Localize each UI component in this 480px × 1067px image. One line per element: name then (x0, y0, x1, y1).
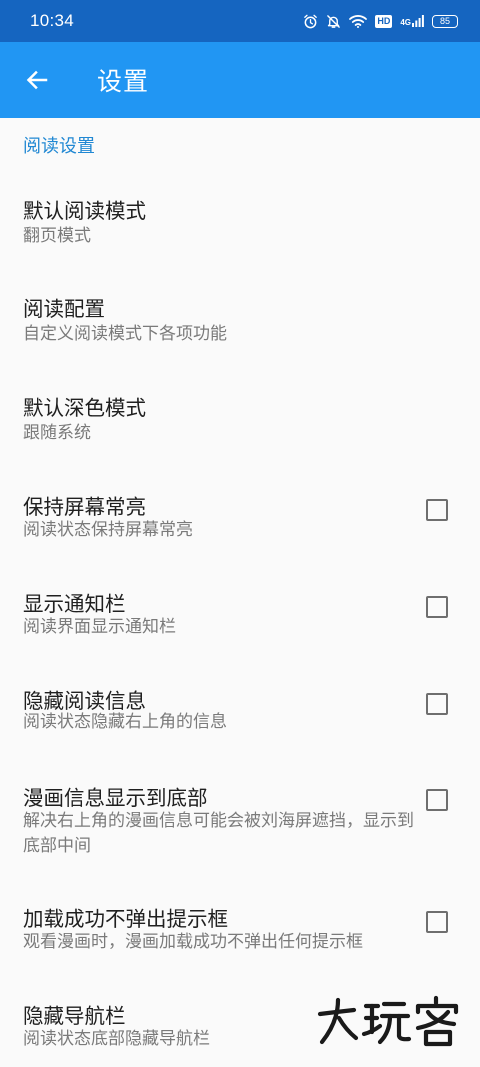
pref-title: 加载成功不弹出提示框 (23, 907, 228, 931)
pref-default-reading-mode[interactable]: 默认阅读模式 翻页模式 (0, 178, 480, 270)
wifi-icon (349, 15, 368, 28)
comic-info-bottom-checkbox[interactable] (426, 789, 448, 811)
pref-reading-config[interactable]: 阅读配置 自定义阅读模式下各项功能 (0, 278, 480, 370)
pref-title: 显示通知栏 (23, 592, 126, 616)
pref-hide-reading-info[interactable]: 隐藏阅读信息 阅读状态隐藏右上角的信息 (0, 670, 480, 762)
pref-show-notification-bar[interactable]: 显示通知栏 阅读界面显示通知栏 (0, 573, 480, 665)
watermark-logo (317, 995, 459, 1047)
keep-screen-on-checkbox[interactable] (426, 499, 448, 521)
show-notification-bar-checkbox[interactable] (426, 596, 448, 618)
pref-summary: 跟随系统 (23, 423, 91, 443)
network-type-label: 4G (400, 18, 411, 27)
pref-title: 漫画信息显示到底部 (23, 786, 208, 810)
pref-summary: 解决右上角的漫画信息可能会被刘海屏遮挡，显示到底部中间 (23, 811, 414, 856)
pref-summary: 阅读界面显示通知栏 (23, 617, 176, 637)
pref-title: 默认阅读模式 (23, 199, 146, 223)
pref-title: 默认深色模式 (23, 396, 146, 420)
status-icons: HD 4G 85 (303, 14, 458, 29)
no-load-popup-checkbox[interactable] (426, 911, 448, 933)
pref-keep-screen-on[interactable]: 保持屏幕常亮 阅读状态保持屏幕常亮 (0, 476, 480, 568)
app-bar: 设置 (0, 42, 480, 118)
mute-icon (327, 14, 341, 28)
pref-title: 保持屏幕常亮 (23, 495, 146, 519)
pref-title: 阅读配置 (23, 297, 105, 321)
pref-title: 隐藏导航栏 (23, 1004, 126, 1028)
hd-icon: HD (375, 14, 393, 28)
page-title: 设置 (97, 67, 150, 96)
battery-icon: 85 (432, 14, 458, 28)
status-bar: 10:34 HD 4G 85 (0, 0, 480, 42)
pref-no-load-popup[interactable]: 加载成功不弹出提示框 观看漫画时，漫画加载成功不弹出任何提示框 (0, 888, 480, 980)
arrow-back-icon (26, 70, 48, 90)
alarm-icon (304, 14, 318, 28)
pref-summary: 观看漫画时，漫画加载成功不弹出任何提示框 (23, 932, 363, 952)
section-header-reading: 阅读设置 (23, 136, 95, 157)
pref-summary: 翻页模式 (23, 226, 91, 246)
back-button[interactable] (5, 42, 69, 118)
signal-icon: 4G (400, 15, 424, 27)
pref-default-dark-mode[interactable]: 默认深色模式 跟随系统 (0, 377, 480, 469)
pref-summary: 阅读状态隐藏右上角的信息 (23, 712, 227, 732)
battery-level: 85 (439, 15, 450, 26)
pref-summary: 阅读状态保持屏幕常亮 (23, 520, 193, 540)
pref-comic-info-bottom[interactable]: 漫画信息显示到底部 解决右上角的漫画信息可能会被刘海屏遮挡，显示到底部中间 (0, 767, 480, 877)
hide-reading-info-checkbox[interactable] (426, 693, 448, 715)
pref-summary: 自定义阅读模式下各项功能 (23, 324, 227, 344)
status-time: 10:34 (30, 11, 75, 30)
